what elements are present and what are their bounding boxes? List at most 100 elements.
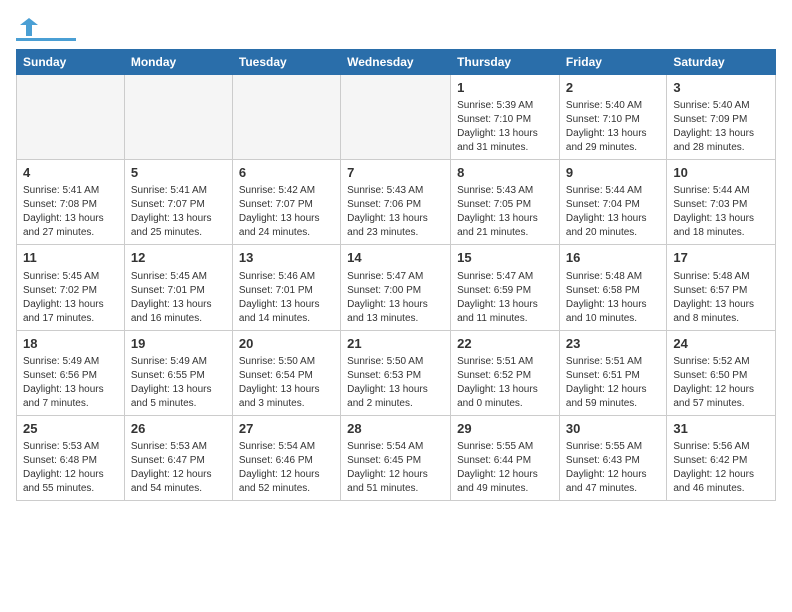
day-cell: 13 Sunrise: 5:46 AMSunset: 7:01 PMDayligh…: [232, 245, 340, 330]
logo: [16, 16, 76, 37]
day-info: Sunrise: 5:53 AMSunset: 6:48 PMDaylight:…: [23, 440, 118, 496]
day-info: Sunrise: 5:49 AMSunset: 6:56 PMDaylight:…: [23, 355, 118, 411]
day-info: Sunrise: 5:39 AMSunset: 7:10 PMDaylight:…: [457, 99, 553, 155]
day-header-sunday: Sunday: [17, 50, 125, 75]
day-cell: 19Sunrise: 5:49 AMSunset: 6:55 PMDayligh…: [124, 330, 232, 415]
day-cell: 30 Sunrise: 5:55 AMSunset: 6:43 PMDayligh…: [559, 415, 666, 500]
day-number: 10: [673, 164, 769, 182]
day-number: 1: [457, 79, 553, 97]
day-cell: 2 Sunrise: 5:40 AMSunset: 7:10 PMDaylight…: [559, 75, 666, 160]
day-number: 7: [347, 164, 444, 182]
day-number: 4: [23, 164, 118, 182]
day-cell: 4 Sunrise: 5:41 AMSunset: 7:08 PMDaylight…: [17, 160, 125, 245]
day-number: 15: [457, 249, 553, 267]
day-number: 11: [23, 249, 118, 267]
day-number: 24: [673, 335, 769, 353]
day-number: 18: [23, 335, 118, 353]
day-info: Sunrise: 5:46 AMSunset: 7:01 PMDaylight:…: [239, 270, 334, 326]
day-cell: 3 Sunrise: 5:40 AMSunset: 7:09 PMDaylight…: [667, 75, 776, 160]
day-number: 20: [239, 335, 334, 353]
day-cell: 6 Sunrise: 5:42 AMSunset: 7:07 PMDaylight…: [232, 160, 340, 245]
day-cell: 14Sunrise: 5:47 AMSunset: 7:00 PMDayligh…: [341, 245, 451, 330]
day-info: Sunrise: 5:50 AMSunset: 6:54 PMDaylight:…: [239, 355, 334, 411]
day-number: 21: [347, 335, 444, 353]
day-info: Sunrise: 5:47 AMSunset: 7:00 PMDaylight:…: [347, 270, 444, 326]
logo-icon: [18, 16, 40, 38]
day-info: Sunrise: 5:52 AMSunset: 6:50 PMDaylight:…: [673, 355, 769, 411]
day-number: 26: [131, 420, 226, 438]
day-cell: 31 Sunrise: 5:56 AMSunset: 6:42 PMDayligh…: [667, 415, 776, 500]
day-info: Sunrise: 5:45 AMSunset: 7:02 PMDaylight:…: [23, 270, 118, 326]
week-row-4: 18 Sunrise: 5:49 AMSunset: 6:56 PMDayligh…: [17, 330, 776, 415]
day-number: 9: [566, 164, 660, 182]
day-header-saturday: Saturday: [667, 50, 776, 75]
week-row-5: 25Sunrise: 5:53 AMSunset: 6:48 PMDayligh…: [17, 415, 776, 500]
day-cell: 29 Sunrise: 5:55 AMSunset: 6:44 PMDayligh…: [451, 415, 560, 500]
day-cell: 8 Sunrise: 5:43 AMSunset: 7:05 PMDaylight…: [451, 160, 560, 245]
day-info: Sunrise: 5:47 AMSunset: 6:59 PMDaylight:…: [457, 270, 553, 326]
day-cell: 15 Sunrise: 5:47 AMSunset: 6:59 PMDayligh…: [451, 245, 560, 330]
day-cell: 1 Sunrise: 5:39 AMSunset: 7:10 PMDaylight…: [451, 75, 560, 160]
day-cell: 21 Sunrise: 5:50 AMSunset: 6:53 PMDayligh…: [341, 330, 451, 415]
day-info: Sunrise: 5:51 AMSunset: 6:52 PMDaylight:…: [457, 355, 553, 411]
day-cell: 25Sunrise: 5:53 AMSunset: 6:48 PMDayligh…: [17, 415, 125, 500]
day-number: 19: [131, 335, 226, 353]
day-info: Sunrise: 5:43 AMSunset: 7:06 PMDaylight:…: [347, 184, 444, 240]
day-cell: 20 Sunrise: 5:50 AMSunset: 6:54 PMDayligh…: [232, 330, 340, 415]
day-cell: 18 Sunrise: 5:49 AMSunset: 6:56 PMDayligh…: [17, 330, 125, 415]
day-number: 2: [566, 79, 660, 97]
page-header: [16, 16, 776, 37]
day-cell: 27Sunrise: 5:54 AMSunset: 6:46 PMDayligh…: [232, 415, 340, 500]
day-cell: 7 Sunrise: 5:43 AMSunset: 7:06 PMDaylight…: [341, 160, 451, 245]
day-number: 31: [673, 420, 769, 438]
day-info: Sunrise: 5:40 AMSunset: 7:09 PMDaylight:…: [673, 99, 769, 155]
day-number: 30: [566, 420, 660, 438]
day-info: Sunrise: 5:51 AMSunset: 6:51 PMDaylight:…: [566, 355, 660, 411]
day-number: 5: [131, 164, 226, 182]
day-info: Sunrise: 5:55 AMSunset: 6:43 PMDaylight:…: [566, 440, 660, 496]
day-number: 23: [566, 335, 660, 353]
day-number: 28: [347, 420, 444, 438]
day-cell: 16Sunrise: 5:48 AMSunset: 6:58 PMDayligh…: [559, 245, 666, 330]
day-info: Sunrise: 5:55 AMSunset: 6:44 PMDaylight:…: [457, 440, 553, 496]
day-cell: 26 Sunrise: 5:53 AMSunset: 6:47 PMDayligh…: [124, 415, 232, 500]
day-info: Sunrise: 5:50 AMSunset: 6:53 PMDaylight:…: [347, 355, 444, 411]
day-header-friday: Friday: [559, 50, 666, 75]
day-number: 29: [457, 420, 553, 438]
day-info: Sunrise: 5:41 AMSunset: 7:08 PMDaylight:…: [23, 184, 118, 240]
week-row-1: 1 Sunrise: 5:39 AMSunset: 7:10 PMDaylight…: [17, 75, 776, 160]
day-cell: 5 Sunrise: 5:41 AMSunset: 7:07 PMDaylight…: [124, 160, 232, 245]
day-info: Sunrise: 5:44 AMSunset: 7:03 PMDaylight:…: [673, 184, 769, 240]
day-cell: 10 Sunrise: 5:44 AMSunset: 7:03 PMDayligh…: [667, 160, 776, 245]
day-cell: 11 Sunrise: 5:45 AMSunset: 7:02 PMDayligh…: [17, 245, 125, 330]
day-number: 12: [131, 249, 226, 267]
day-cell: 22 Sunrise: 5:51 AMSunset: 6:52 PMDayligh…: [451, 330, 560, 415]
day-info: Sunrise: 5:40 AMSunset: 7:10 PMDaylight:…: [566, 99, 660, 155]
day-info: Sunrise: 5:54 AMSunset: 6:46 PMDaylight:…: [239, 440, 334, 496]
day-number: 17: [673, 249, 769, 267]
week-row-3: 11 Sunrise: 5:45 AMSunset: 7:02 PMDayligh…: [17, 245, 776, 330]
header-row: SundayMondayTuesdayWednesdayThursdayFrid…: [17, 50, 776, 75]
day-header-tuesday: Tuesday: [232, 50, 340, 75]
day-info: Sunrise: 5:41 AMSunset: 7:07 PMDaylight:…: [131, 184, 226, 240]
day-number: 22: [457, 335, 553, 353]
day-info: Sunrise: 5:42 AMSunset: 7:07 PMDaylight:…: [239, 184, 334, 240]
day-number: 13: [239, 249, 334, 267]
day-info: Sunrise: 5:43 AMSunset: 7:05 PMDaylight:…: [457, 184, 553, 240]
day-number: 6: [239, 164, 334, 182]
day-header-wednesday: Wednesday: [341, 50, 451, 75]
week-row-2: 4 Sunrise: 5:41 AMSunset: 7:08 PMDaylight…: [17, 160, 776, 245]
day-cell: [17, 75, 125, 160]
day-header-monday: Monday: [124, 50, 232, 75]
day-info: Sunrise: 5:53 AMSunset: 6:47 PMDaylight:…: [131, 440, 226, 496]
day-cell: 9Sunrise: 5:44 AMSunset: 7:04 PMDaylight…: [559, 160, 666, 245]
day-number: 8: [457, 164, 553, 182]
day-number: 16: [566, 249, 660, 267]
day-header-thursday: Thursday: [451, 50, 560, 75]
day-cell: 12Sunrise: 5:45 AMSunset: 7:01 PMDayligh…: [124, 245, 232, 330]
day-info: Sunrise: 5:56 AMSunset: 6:42 PMDaylight:…: [673, 440, 769, 496]
day-info: Sunrise: 5:48 AMSunset: 6:57 PMDaylight:…: [673, 270, 769, 326]
day-cell: 28Sunrise: 5:54 AMSunset: 6:45 PMDayligh…: [341, 415, 451, 500]
day-number: 3: [673, 79, 769, 97]
day-cell: [341, 75, 451, 160]
